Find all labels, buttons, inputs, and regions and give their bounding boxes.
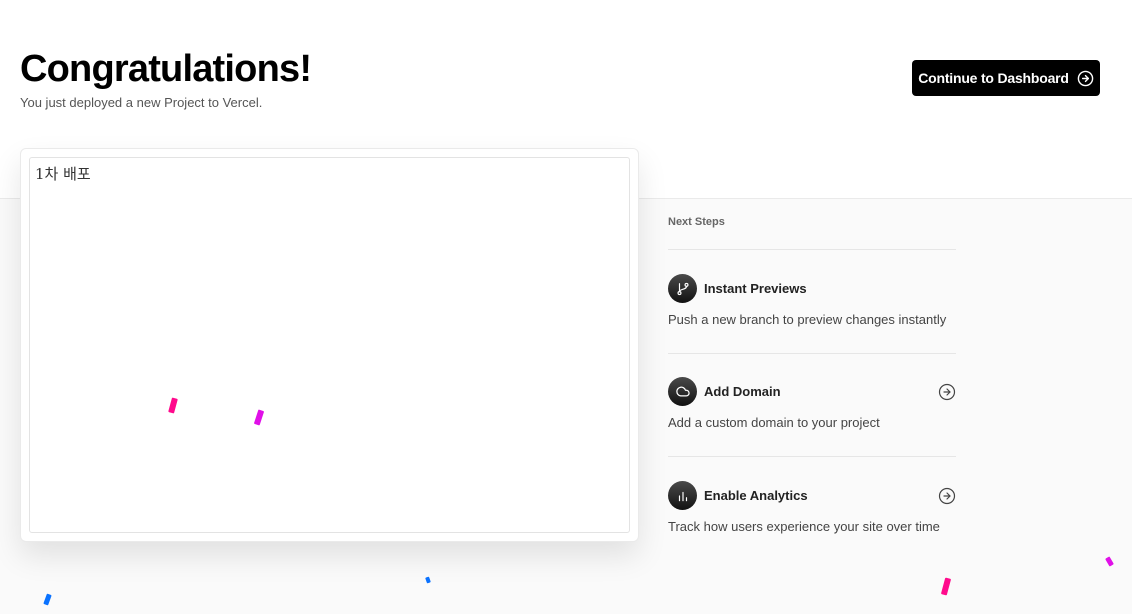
next-step-title: Instant Previews [704,281,807,296]
deployment-preview-frame: 1차 배포 [29,157,630,533]
next-step-title: Add Domain [704,384,781,399]
arrow-right-circle-icon [1077,70,1094,87]
deployment-preview-card[interactable]: 1차 배포 [20,148,639,542]
git-branch-icon [668,274,697,303]
next-step-description: Push a new branch to preview changes ins… [668,312,947,327]
divider [668,249,956,250]
next-step-instant-previews: Instant Previews Push a new branch to pr… [668,274,956,327]
page-subtitle: You just deployed a new Project to Verce… [20,95,263,110]
continue-to-dashboard-label: Continue to Dashboard [918,70,1069,86]
cloud-icon [668,377,697,406]
next-step-title: Enable Analytics [704,488,808,503]
next-steps-heading: Next Steps [668,216,725,228]
arrow-right-circle-icon[interactable] [938,383,956,401]
page-title: Congratulations! [20,48,312,90]
next-step-description: Track how users experience your site ove… [668,519,940,534]
preview-content-text: 1차 배포 [35,165,91,183]
next-step-enable-analytics[interactable]: Enable Analytics Track how users experie… [668,481,956,534]
bar-chart-icon [668,481,697,510]
continue-to-dashboard-button[interactable]: Continue to Dashboard [912,60,1100,96]
divider [668,456,956,457]
next-step-description: Add a custom domain to your project [668,415,880,430]
divider [668,353,956,354]
next-step-add-domain[interactable]: Add Domain Add a custom domain to your p… [668,377,956,430]
arrow-right-circle-icon[interactable] [938,487,956,505]
deployment-success-page: Congratulations! You just deployed a new… [0,0,1132,614]
